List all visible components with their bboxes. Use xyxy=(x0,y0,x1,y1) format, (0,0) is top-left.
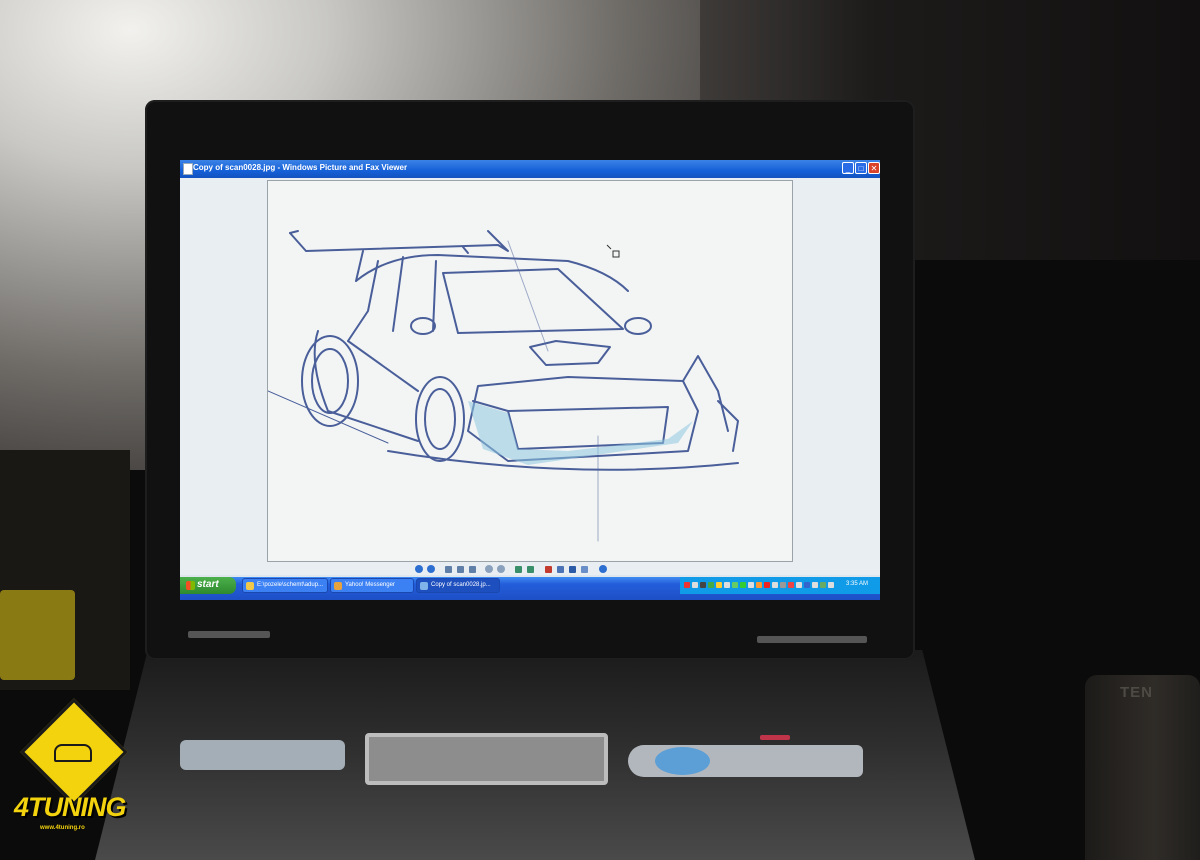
watermark-brand: 4TUNING xyxy=(14,792,127,822)
tray-icon[interactable] xyxy=(740,582,746,588)
tray-icon[interactable] xyxy=(828,582,834,588)
hinge-left xyxy=(188,631,270,638)
start-button[interactable]: start xyxy=(180,577,236,594)
messenger-tray-icon[interactable] xyxy=(756,582,762,588)
nav-wheel-button[interactable] xyxy=(655,747,710,775)
tray-icon[interactable] xyxy=(780,582,786,588)
touchpad[interactable] xyxy=(365,733,608,785)
window-titlebar[interactable]: Copy of scan0028.jpg - Windows Picture a… xyxy=(180,160,880,178)
tray-icon[interactable] xyxy=(700,582,706,588)
next-image-button[interactable] xyxy=(427,565,435,573)
zoom-out-button[interactable] xyxy=(497,565,505,573)
volume-icon[interactable] xyxy=(724,582,730,588)
picture-viewer-icon xyxy=(183,163,193,175)
taskbar-item-messenger[interactable]: Yahoo! Messenger xyxy=(330,578,414,593)
viewer-toolbar xyxy=(415,565,635,577)
yellow-box xyxy=(0,590,75,680)
maximize-button[interactable]: □ xyxy=(855,162,867,174)
image-viewer xyxy=(180,178,880,575)
slideshow-button[interactable] xyxy=(469,566,476,573)
tray-icon[interactable] xyxy=(788,582,794,588)
picture-viewer-icon xyxy=(420,582,428,590)
tray-icon[interactable] xyxy=(772,582,778,588)
actual-size-button[interactable] xyxy=(457,566,464,573)
mouse-cursor xyxy=(606,244,620,258)
delete-button[interactable] xyxy=(545,566,552,573)
taskbar-item-picture-viewer[interactable]: Copy of scan0028.jp... xyxy=(416,578,500,593)
tray-icon[interactable] xyxy=(716,582,722,588)
taskbar-item-folder[interactable]: E:\pozele\schemt\adup... xyxy=(242,578,328,593)
taskbar: start E:\pozele\schemt\adup... Yahoo! Me… xyxy=(180,577,880,600)
minimize-button[interactable]: _ xyxy=(842,162,854,174)
help-button[interactable] xyxy=(599,565,607,573)
tray-icon[interactable] xyxy=(748,582,754,588)
scanned-sketch xyxy=(267,180,793,562)
taskbar-item-label: E:\pozele\schemt\adup... xyxy=(257,582,324,588)
folder-icon xyxy=(246,582,254,590)
status-led xyxy=(760,735,790,740)
tray-icon[interactable] xyxy=(732,582,738,588)
car-icon xyxy=(54,744,92,762)
windows-logo-icon xyxy=(186,581,195,590)
tray-icon[interactable] xyxy=(812,582,818,588)
rotate-counterclockwise-button[interactable] xyxy=(527,566,534,573)
edit-button[interactable] xyxy=(581,566,588,573)
window-title: Copy of scan0028.jpg - Windows Picture a… xyxy=(193,163,408,172)
watermark-url: www.4tuning.ro xyxy=(40,825,85,831)
tray-icon[interactable] xyxy=(692,582,698,588)
tray-icon[interactable] xyxy=(764,582,770,588)
background-cup xyxy=(1085,675,1200,860)
messenger-icon xyxy=(334,582,342,590)
start-label: start xyxy=(197,579,219,590)
taskbar-clock[interactable]: 3:35 AM xyxy=(846,581,868,587)
best-fit-button[interactable] xyxy=(445,566,452,573)
tray-icon[interactable] xyxy=(804,582,810,588)
watermark-logo: 4TUNING www.4tuning.ro xyxy=(14,698,129,846)
previous-image-button[interactable] xyxy=(415,565,423,573)
print-button[interactable] xyxy=(557,566,564,573)
network-icon[interactable] xyxy=(708,582,714,588)
save-button[interactable] xyxy=(569,566,576,573)
taskbar-item-label: Copy of scan0028.jp... xyxy=(431,582,491,588)
hinge-right xyxy=(757,636,867,643)
close-button[interactable]: ✕ xyxy=(868,162,880,174)
taskbar-item-label: Yahoo! Messenger xyxy=(345,582,395,588)
antivirus-icon[interactable] xyxy=(684,582,690,588)
car-sketch-drawing xyxy=(268,230,739,542)
tray-icon[interactable] xyxy=(796,582,802,588)
cup-text: TEN xyxy=(1120,684,1153,701)
zoom-in-button[interactable] xyxy=(485,565,493,573)
system-tray: 3:35 AM xyxy=(680,577,880,594)
tray-icon[interactable] xyxy=(820,582,826,588)
rotate-clockwise-button[interactable] xyxy=(515,566,522,573)
laptop-screen: Copy of scan0028.jpg - Windows Picture a… xyxy=(180,160,880,600)
media-panel-left xyxy=(180,740,345,770)
